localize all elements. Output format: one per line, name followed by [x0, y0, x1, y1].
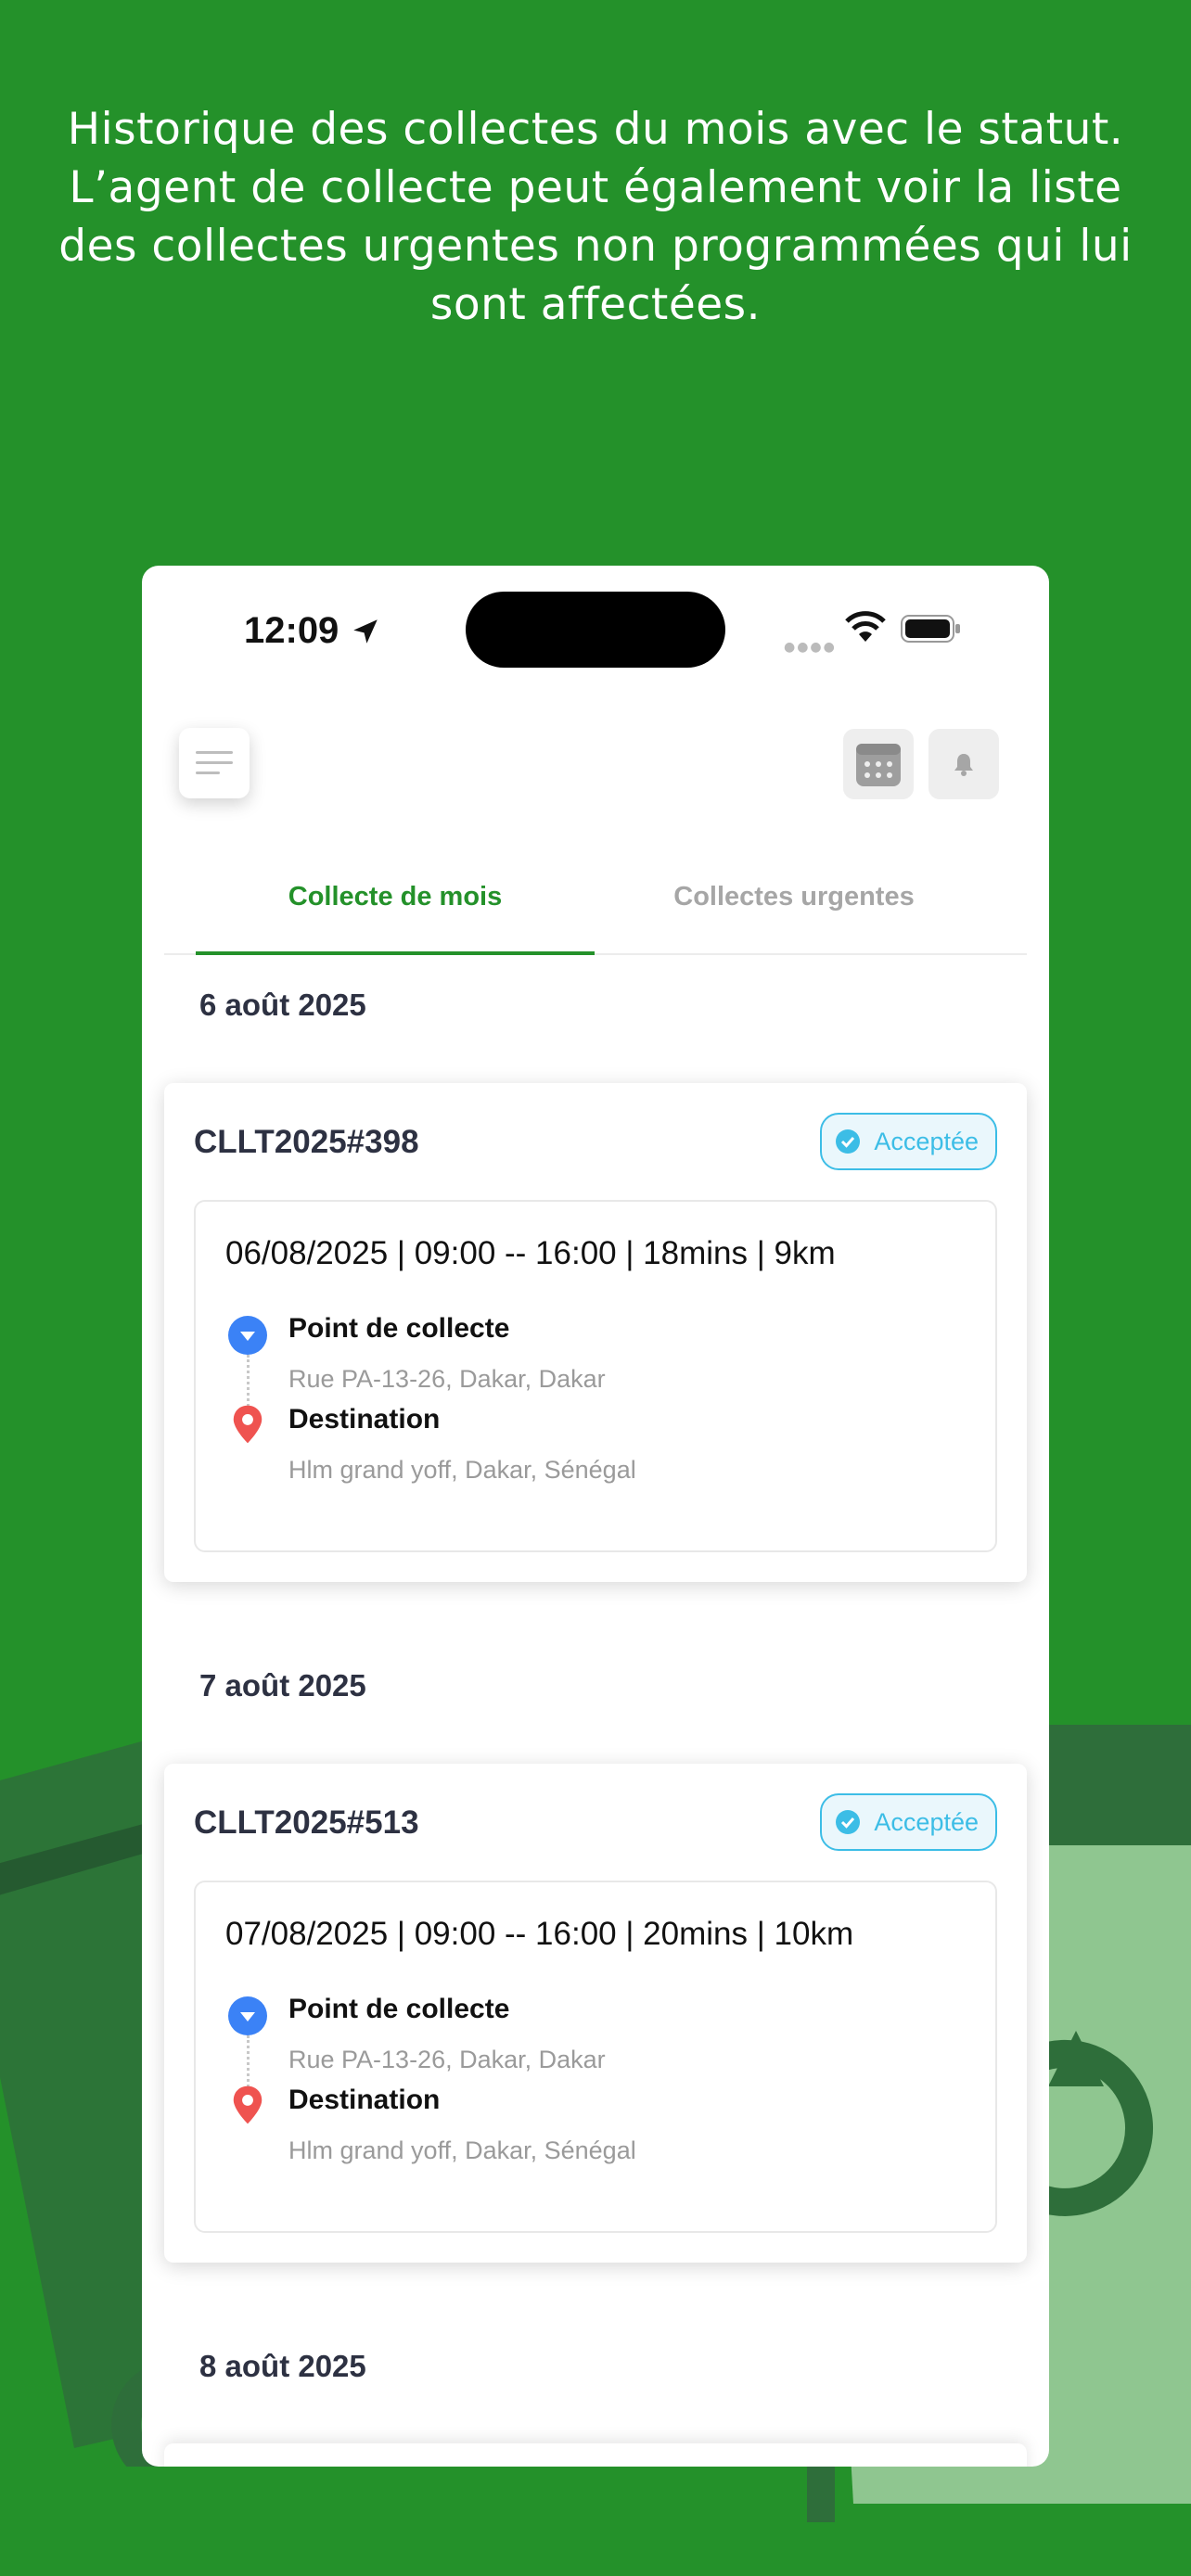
location-arrow-icon	[353, 619, 378, 644]
destination-pin-icon	[233, 1405, 263, 1444]
check-circle-icon	[836, 1129, 861, 1154]
wifi-icon	[845, 611, 886, 642]
destination-address: Hlm grand yoff, Dakar, Sénégal	[288, 2136, 636, 2164]
route-connector	[247, 1355, 250, 1407]
battery-icon	[901, 615, 960, 643]
date-header: 7 août 2025	[199, 1668, 366, 1702]
collection-card[interactable]	[164, 2443, 1027, 2467]
status-bar: 12:09 ●●●●	[142, 566, 1049, 695]
dynamic-island	[466, 592, 725, 668]
status-badge: Acceptée	[820, 1113, 997, 1170]
collection-card[interactable]: CLLT2025#513 Acceptée 07/08/2025 | 09:00…	[164, 1764, 1027, 2263]
destination-address: Hlm grand yoff, Dakar, Sénégal	[288, 1456, 636, 1484]
destination-label: Destination	[288, 1404, 441, 1435]
tab-bar: Collecte de mois Collectes urgentes	[164, 862, 1027, 955]
collection-details: 06/08/2025 | 09:00 -- 16:00 | 18mins | 9…	[194, 1200, 997, 1552]
notifications-button[interactable]	[928, 729, 999, 799]
check-circle-icon	[836, 1810, 861, 1834]
collection-details: 07/08/2025 | 09:00 -- 16:00 | 20mins | 1…	[194, 1881, 997, 2233]
collection-schedule: 06/08/2025 | 09:00 -- 16:00 | 18mins | 9…	[225, 1235, 836, 1271]
pickup-address: Rue PA-13-26, Dakar, Dakar	[288, 2046, 606, 2073]
status-label: Acceptée	[874, 1127, 979, 1155]
collection-id: CLLT2025#513	[194, 1804, 419, 1841]
tab-monthly-collections[interactable]: Collecte de mois	[196, 862, 595, 955]
menu-button[interactable]	[179, 728, 250, 798]
date-header: 8 août 2025	[199, 2349, 366, 2383]
tab-urgent-collections[interactable]: Collectes urgentes	[595, 862, 993, 955]
status-time: 12:09	[244, 610, 339, 651]
pickup-label: Point de collecte	[288, 1313, 510, 1344]
caption: Historique des collectes du mois avec le…	[58, 104, 1133, 330]
pickup-address: Rue PA-13-26, Dakar, Dakar	[288, 1365, 606, 1393]
date-header: 6 août 2025	[199, 988, 366, 1022]
bell-icon	[954, 754, 973, 776]
phone-screen: 12:09 ●●●● Collecte de mois Collectes ur…	[142, 566, 1049, 2467]
menu-icon	[196, 751, 233, 774]
status-label: Acceptée	[874, 1807, 979, 1836]
pickup-pin-icon	[228, 1316, 267, 1355]
signal-icon: ●●●●	[784, 640, 837, 655]
calendar-icon	[856, 744, 901, 786]
destination-pin-icon	[233, 2085, 263, 2124]
collection-id: CLLT2025#398	[194, 1124, 419, 1160]
collection-schedule: 07/08/2025 | 09:00 -- 16:00 | 20mins | 1…	[225, 1916, 854, 1952]
route-connector	[247, 2035, 250, 2087]
collection-card[interactable]: CLLT2025#398 Acceptée 06/08/2025 | 09:00…	[164, 1083, 1027, 1582]
status-badge: Acceptée	[820, 1793, 997, 1851]
pickup-label: Point de collecte	[288, 1994, 510, 2024]
pickup-pin-icon	[228, 1996, 267, 2035]
calendar-button[interactable]	[843, 729, 914, 799]
destination-label: Destination	[288, 2085, 441, 2115]
